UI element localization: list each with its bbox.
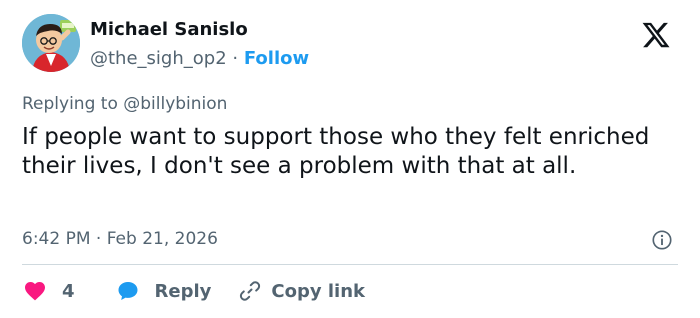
action-bar: 4 Reply Copy link xyxy=(22,276,365,306)
reply-button[interactable]: Reply xyxy=(115,279,212,303)
tweet-text: If people want to support those who they… xyxy=(22,124,650,179)
copy-link-label: Copy link xyxy=(271,280,365,302)
like-count: 4 xyxy=(62,280,75,302)
info-icon[interactable] xyxy=(651,229,673,251)
like-button[interactable]: 4 xyxy=(22,279,75,303)
x-logo-icon[interactable] xyxy=(640,20,672,50)
author-handle[interactable]: @the_sigh_op2 xyxy=(90,48,227,69)
divider xyxy=(22,264,678,265)
replying-to-mention[interactable]: @billybinion xyxy=(123,94,227,114)
reply-label: Reply xyxy=(154,280,212,302)
link-icon xyxy=(240,281,261,301)
separator-dot: · xyxy=(232,48,239,69)
follow-button[interactable]: Follow xyxy=(244,48,309,69)
avatar-image xyxy=(22,14,80,72)
speech-bubble-icon xyxy=(118,282,138,300)
tweet-timestamp[interactable]: 6:42 PM · Feb 21, 2026 xyxy=(22,229,218,249)
heart-icon xyxy=(25,282,45,301)
copy-link-button[interactable]: Copy link xyxy=(237,279,365,303)
author-name[interactable]: Michael Sanislo xyxy=(90,19,248,40)
avatar[interactable] xyxy=(22,14,80,72)
replying-to-prefix: Replying to xyxy=(22,94,118,114)
author-handle-row: @the_sigh_op2 · Follow xyxy=(90,48,309,69)
replying-to: Replying to @billybinion xyxy=(22,94,227,114)
